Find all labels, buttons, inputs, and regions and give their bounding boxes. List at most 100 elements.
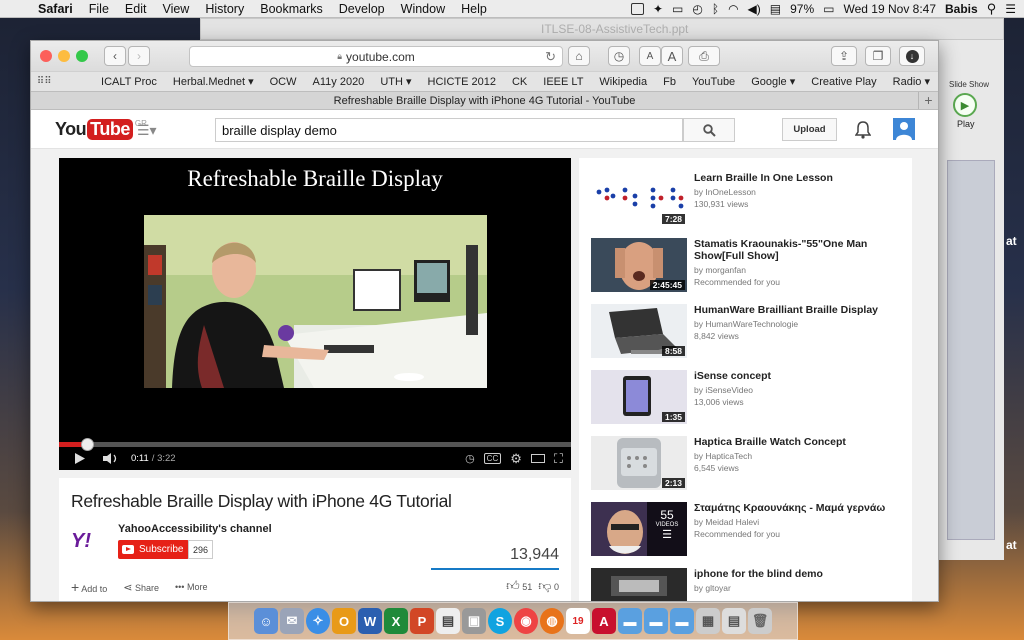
firefox-icon[interactable]: ◍: [540, 608, 564, 634]
related-video-item[interactable]: 7:28 Learn Braille In One Lesson by InOn…: [591, 172, 909, 228]
zoom-window-button[interactable]: [76, 50, 88, 62]
top-sites-grid-icon[interactable]: ⠿⠿: [31, 76, 57, 87]
bookmark-folder[interactable]: UTH ▾: [372, 75, 419, 88]
reload-icon[interactable]: ↻: [545, 49, 556, 65]
airplay-icon[interactable]: ▭: [672, 2, 683, 16]
bookmark-item[interactable]: CK: [504, 76, 535, 88]
menu-window[interactable]: Window: [393, 2, 453, 16]
related-video-title[interactable]: iphone for the blind demo: [694, 568, 904, 580]
notifications-bell-icon[interactable]: [855, 121, 871, 139]
tab-title[interactable]: Refreshable Braille Display with iPhone …: [334, 95, 636, 107]
play-button[interactable]: ▶: [953, 93, 977, 117]
print-button[interactable]: ⎙: [688, 46, 720, 66]
bookmark-item[interactable]: Creative Play: [803, 76, 884, 88]
related-video-title[interactable]: HumanWare Brailliant Braille Display: [694, 304, 904, 316]
menu-view[interactable]: View: [154, 2, 197, 16]
folder-icon[interactable]: ▬: [644, 608, 668, 634]
watch-later-icon[interactable]: ◷: [465, 452, 475, 465]
video-player[interactable]: Refreshable Braille Display 0:11 / 3:22 …: [59, 158, 571, 470]
related-video-title[interactable]: Stamatis Kraounakis-"55"One Man Show[Ful…: [694, 238, 904, 262]
menu-app-safari[interactable]: Safari: [30, 2, 81, 16]
captions-icon[interactable]: CC: [483, 453, 502, 464]
search-input[interactable]: [215, 118, 683, 142]
related-playlist-item[interactable]: 55 VIDEOS ☰ Σταμάτης Κραουνάκης - Μαμά γ…: [591, 502, 909, 558]
time-machine-icon[interactable]: ◴: [692, 2, 702, 16]
text-smaller-button[interactable]: A: [639, 46, 661, 66]
bookmark-folder[interactable]: Radio ▾: [885, 75, 938, 88]
related-video-item[interactable]: 1:35 iSense concept by iSenseVideo 13,00…: [591, 370, 909, 426]
more-button[interactable]: ••• More: [175, 582, 207, 592]
menu-develop[interactable]: Develop: [331, 2, 393, 16]
related-video-item[interactable]: 2:45:45 Stamatis Kraounakis-"55"One Man …: [591, 238, 909, 294]
bookmark-item[interactable]: OCW: [262, 76, 305, 88]
document-icon[interactable]: ▤: [436, 608, 460, 634]
outlook-icon[interactable]: O: [332, 608, 356, 634]
back-button[interactable]: ‹: [104, 46, 126, 66]
finder-icon[interactable]: ☺: [254, 608, 278, 634]
volume-icon[interactable]: [95, 447, 131, 470]
word-icon[interactable]: W: [358, 608, 382, 634]
bookmark-item[interactable]: ICALT Proc: [93, 76, 165, 88]
related-video-title[interactable]: Haptica Braille Watch Concept: [694, 436, 904, 448]
guide-menu-icon[interactable]: ☰▾: [137, 122, 157, 139]
preview-icon[interactable]: ▣: [462, 608, 486, 634]
forward-button[interactable]: ›: [128, 46, 150, 66]
tabs-overview-button[interactable]: ❐: [865, 46, 891, 66]
play-icon[interactable]: [59, 447, 95, 470]
add-to-button[interactable]: + Add to: [71, 579, 107, 595]
clock[interactable]: Wed 19 Nov 8:47: [844, 2, 937, 16]
like-button[interactable]: 👍︎ 51: [506, 578, 532, 594]
text-bigger-button[interactable]: A: [661, 46, 683, 66]
related-video-title[interactable]: Learn Braille In One Lesson: [694, 172, 904, 184]
dropbox-icon[interactable]: ✦: [653, 2, 663, 16]
downloads-stack-icon[interactable]: ▤: [722, 608, 746, 634]
bookmark-item[interactable]: Fb: [655, 76, 684, 88]
related-video-item[interactable]: iphone for the blind demo by gltoyar: [591, 568, 909, 601]
minimize-window-button[interactable]: [58, 50, 70, 62]
wifi-icon[interactable]: ◠: [728, 2, 738, 16]
bookmark-item[interactable]: IEEE LT: [535, 76, 591, 88]
us-flag-icon[interactable]: ▤: [770, 2, 781, 16]
battery-percent[interactable]: 97%: [790, 2, 814, 16]
bookmark-folder[interactable]: Google ▾: [743, 75, 803, 88]
close-window-button[interactable]: [40, 50, 52, 62]
bookmark-folder[interactable]: Herbal.Mednet ▾: [165, 75, 262, 88]
channel-avatar[interactable]: Y!: [71, 530, 107, 552]
excel-icon[interactable]: X: [384, 608, 408, 634]
menu-edit[interactable]: Edit: [117, 2, 155, 16]
background-window-titlebar[interactable]: ITLSE-08-AssistiveTech.ppt: [200, 18, 1004, 40]
menu-history[interactable]: History: [197, 2, 252, 16]
related-video-title[interactable]: iSense concept: [694, 370, 904, 382]
menu-file[interactable]: File: [81, 2, 117, 16]
share-button[interactable]: ⋖ Share: [123, 581, 159, 594]
menu-bookmarks[interactable]: Bookmarks: [252, 2, 331, 16]
share-button[interactable]: ⇪: [831, 46, 857, 66]
history-button[interactable]: ◷: [608, 46, 630, 66]
search-button[interactable]: [683, 118, 735, 142]
related-video-item[interactable]: 8:58 HumanWare Brailliant Braille Displa…: [591, 304, 909, 360]
volume-icon[interactable]: ◀): [748, 2, 761, 16]
documents-stack-icon[interactable]: ▦: [696, 608, 720, 634]
menu-help[interactable]: Help: [453, 2, 495, 16]
dislike-button[interactable]: 👎︎ 0: [538, 578, 559, 594]
fullscreen-icon[interactable]: ⛶: [554, 451, 563, 467]
calendar-icon[interactable]: 19: [566, 608, 590, 634]
powerpoint-icon[interactable]: P: [410, 608, 434, 634]
bookmark-item[interactable]: HCICTE 2012: [420, 76, 504, 88]
skype-icon[interactable]: S: [488, 608, 512, 634]
mail-stamp-icon[interactable]: ✉: [280, 608, 304, 634]
bookmark-item[interactable]: YouTube: [684, 76, 743, 88]
spotlight-icon[interactable]: ⚲: [987, 1, 997, 17]
address-bar[interactable]: 🔒︎ youtube.com ↻: [189, 46, 563, 67]
home-button[interactable]: ⌂: [568, 46, 590, 66]
youtube-logo[interactable]: You Tube GR: [55, 119, 147, 140]
acrobat-icon[interactable]: A: [592, 608, 616, 634]
settings-gear-icon[interactable]: ⚙: [510, 451, 522, 467]
user-name[interactable]: Babis: [945, 2, 978, 16]
channel-name[interactable]: YahooAccessibility's channel: [118, 523, 272, 535]
theater-mode-icon[interactable]: [530, 454, 545, 463]
bluetooth-icon[interactable]: ᛒ: [712, 2, 719, 16]
new-tab-button[interactable]: +: [918, 92, 938, 109]
notification-center-icon[interactable]: ☰: [1005, 2, 1016, 16]
folder-icon[interactable]: ▬: [670, 608, 694, 634]
